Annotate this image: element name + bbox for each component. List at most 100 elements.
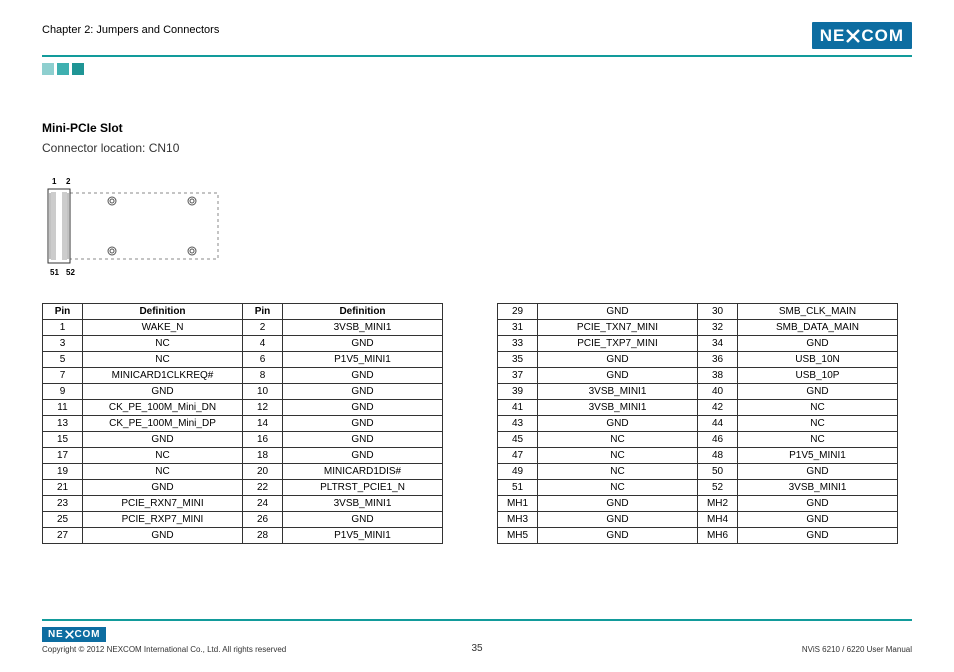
- table-row: 21GND22PLTRST_PCIE1_N: [43, 480, 443, 496]
- logo-x-icon: [846, 29, 860, 43]
- table-row: 23PCIE_RXN7_MINI243VSB_MINI1: [43, 496, 443, 512]
- pin-cell: 51: [498, 480, 538, 496]
- table-row: 35GND36USB_10N: [498, 352, 898, 368]
- page-number: 35: [332, 643, 622, 654]
- def-cell: GND: [738, 464, 898, 480]
- def-cell: MINICARD1CLKREQ#: [83, 368, 243, 384]
- def-cell: GND: [83, 528, 243, 544]
- def-cell: USB_10N: [738, 352, 898, 368]
- pin-cell: 40: [698, 384, 738, 400]
- def-cell: SMB_DATA_MAIN: [738, 320, 898, 336]
- def-cell: NC: [83, 336, 243, 352]
- pin-cell: MH3: [498, 512, 538, 528]
- th-pin2: Pin: [243, 304, 283, 320]
- def-cell: WAKE_N: [83, 320, 243, 336]
- table-row: 27GND28P1V5_MINI1: [43, 528, 443, 544]
- connector-location: Connector location: CN10: [42, 141, 912, 155]
- pinout-table-right: 29GND30SMB_CLK_MAIN31PCIE_TXN7_MINI32SMB…: [497, 303, 898, 544]
- logo-header: NECOM: [812, 22, 912, 49]
- pin-cell: MH1: [498, 496, 538, 512]
- def-cell: GND: [538, 528, 698, 544]
- def-cell: GND: [538, 496, 698, 512]
- pin-cell: MH2: [698, 496, 738, 512]
- table-row: 7MINICARD1CLKREQ#8GND: [43, 368, 443, 384]
- def-cell: PCIE_TXP7_MINI: [538, 336, 698, 352]
- def-cell: GND: [538, 368, 698, 384]
- pin-cell: 45: [498, 432, 538, 448]
- def-cell: GND: [283, 416, 443, 432]
- def-cell: GND: [738, 384, 898, 400]
- pin-cell: 14: [243, 416, 283, 432]
- footer-divider: [42, 619, 912, 621]
- table-row: 45NC46NC: [498, 432, 898, 448]
- pin-cell: 2: [243, 320, 283, 336]
- def-cell: USB_10P: [738, 368, 898, 384]
- def-cell: P1V5_MINI1: [283, 352, 443, 368]
- pin-cell: 8: [243, 368, 283, 384]
- pin-cell: MH5: [498, 528, 538, 544]
- pin-cell: 9: [43, 384, 83, 400]
- table-row: 47NC48P1V5_MINI1: [498, 448, 898, 464]
- pin-cell: 31: [498, 320, 538, 336]
- def-cell: PLTRST_PCIE1_N: [283, 480, 443, 496]
- pin-cell: 3: [43, 336, 83, 352]
- pin-cell: 42: [698, 400, 738, 416]
- logo-x-icon: [65, 630, 74, 639]
- pin-cell: 44: [698, 416, 738, 432]
- def-cell: GND: [538, 352, 698, 368]
- header-divider: [42, 55, 912, 57]
- pin-cell: 16: [243, 432, 283, 448]
- table-row: 37GND38USB_10P: [498, 368, 898, 384]
- pin-cell: 6: [243, 352, 283, 368]
- pin-cell: 48: [698, 448, 738, 464]
- pin-cell: 11: [43, 400, 83, 416]
- def-cell: GND: [283, 448, 443, 464]
- def-cell: NC: [538, 464, 698, 480]
- def-cell: NC: [538, 448, 698, 464]
- diagram-pin-2-label: 2: [66, 177, 70, 186]
- pin-cell: 4: [243, 336, 283, 352]
- def-cell: GND: [283, 512, 443, 528]
- footer: NECOM Copyright © 2012 NEXCOM Internatio…: [42, 619, 912, 654]
- def-cell: 3VSB_MINI1: [538, 400, 698, 416]
- pin-cell: 37: [498, 368, 538, 384]
- table-row: 29GND30SMB_CLK_MAIN: [498, 304, 898, 320]
- pin-cell: 41: [498, 400, 538, 416]
- pin-cell: 36: [698, 352, 738, 368]
- pin-cell: 12: [243, 400, 283, 416]
- pin-cell: 13: [43, 416, 83, 432]
- def-cell: CK_PE_100M_Mini_DP: [83, 416, 243, 432]
- def-cell: GND: [283, 384, 443, 400]
- section-title: Mini-PCIe Slot: [42, 121, 912, 135]
- def-cell: GND: [283, 400, 443, 416]
- def-cell: GND: [538, 304, 698, 320]
- pin-cell: 49: [498, 464, 538, 480]
- def-cell: NC: [538, 480, 698, 496]
- pin-cell: 32: [698, 320, 738, 336]
- diagram-pin-52-label: 52: [66, 268, 75, 277]
- pin-cell: 38: [698, 368, 738, 384]
- th-def2: Definition: [283, 304, 443, 320]
- pinout-table-left: Pin Definition Pin Definition 1WAKE_N23V…: [42, 303, 443, 544]
- def-cell: GND: [738, 528, 898, 544]
- def-cell: NC: [738, 432, 898, 448]
- table-row: 49NC50GND: [498, 464, 898, 480]
- def-cell: GND: [738, 512, 898, 528]
- pin-cell: 28: [243, 528, 283, 544]
- pin-cell: 10: [243, 384, 283, 400]
- table-row: 31PCIE_TXN7_MINI32SMB_DATA_MAIN: [498, 320, 898, 336]
- th-pin: Pin: [43, 304, 83, 320]
- pin-cell: 46: [698, 432, 738, 448]
- def-cell: GND: [283, 432, 443, 448]
- def-cell: PCIE_RXN7_MINI: [83, 496, 243, 512]
- pin-cell: 26: [243, 512, 283, 528]
- table-row: 17NC18GND: [43, 448, 443, 464]
- logo-text: NECOM: [820, 26, 904, 46]
- pin-cell: 33: [498, 336, 538, 352]
- def-cell: NC: [83, 352, 243, 368]
- pin-cell: 27: [43, 528, 83, 544]
- pin-cell: 18: [243, 448, 283, 464]
- table-row: MH5GNDMH6GND: [498, 528, 898, 544]
- pin-cell: 43: [498, 416, 538, 432]
- pin-cell: 25: [43, 512, 83, 528]
